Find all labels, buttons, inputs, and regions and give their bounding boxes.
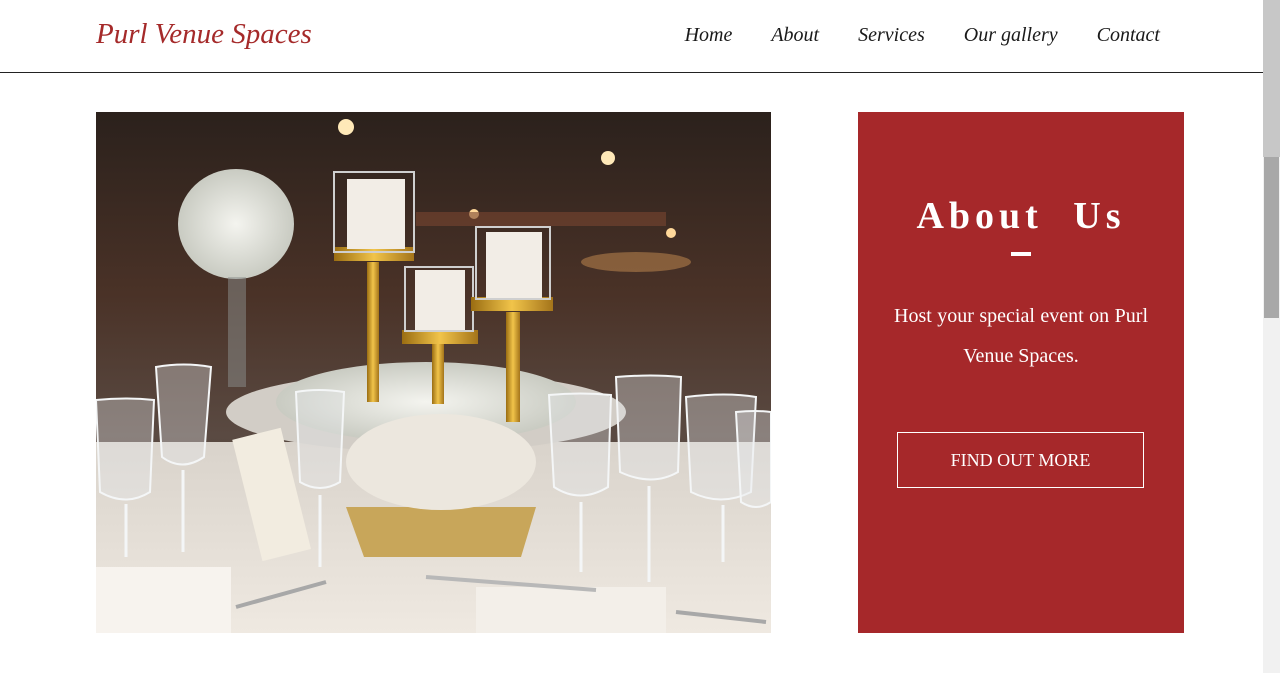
about-title: About Us [916, 195, 1126, 237]
nav-item-contact[interactable]: Contact [1097, 24, 1160, 47]
about-panel: About Us Host your special event on Purl… [858, 112, 1184, 633]
main-nav: Home About Services Our gallery Contact [646, 24, 1160, 47]
page-scrollbar[interactable] [1263, 0, 1280, 673]
title-divider [1011, 252, 1031, 256]
nav-item-services[interactable]: Services [858, 24, 925, 47]
site-header: Purl Venue Spaces Home About Services Ou… [0, 0, 1263, 73]
nav-item-home[interactable]: Home [685, 24, 733, 47]
nav-item-about[interactable]: About [771, 24, 819, 47]
scrollbar-thumb[interactable] [1264, 157, 1279, 318]
site-logo[interactable]: Purl Venue Spaces [96, 18, 312, 51]
scrollbar-track-upper[interactable] [1263, 0, 1280, 157]
find-out-more-button[interactable]: FIND OUT MORE [897, 432, 1144, 488]
about-description: Host your special event on Purl Venue Sp… [894, 305, 1148, 367]
nav-item-gallery[interactable]: Our gallery [964, 24, 1058, 47]
banquet-photo [96, 112, 771, 633]
